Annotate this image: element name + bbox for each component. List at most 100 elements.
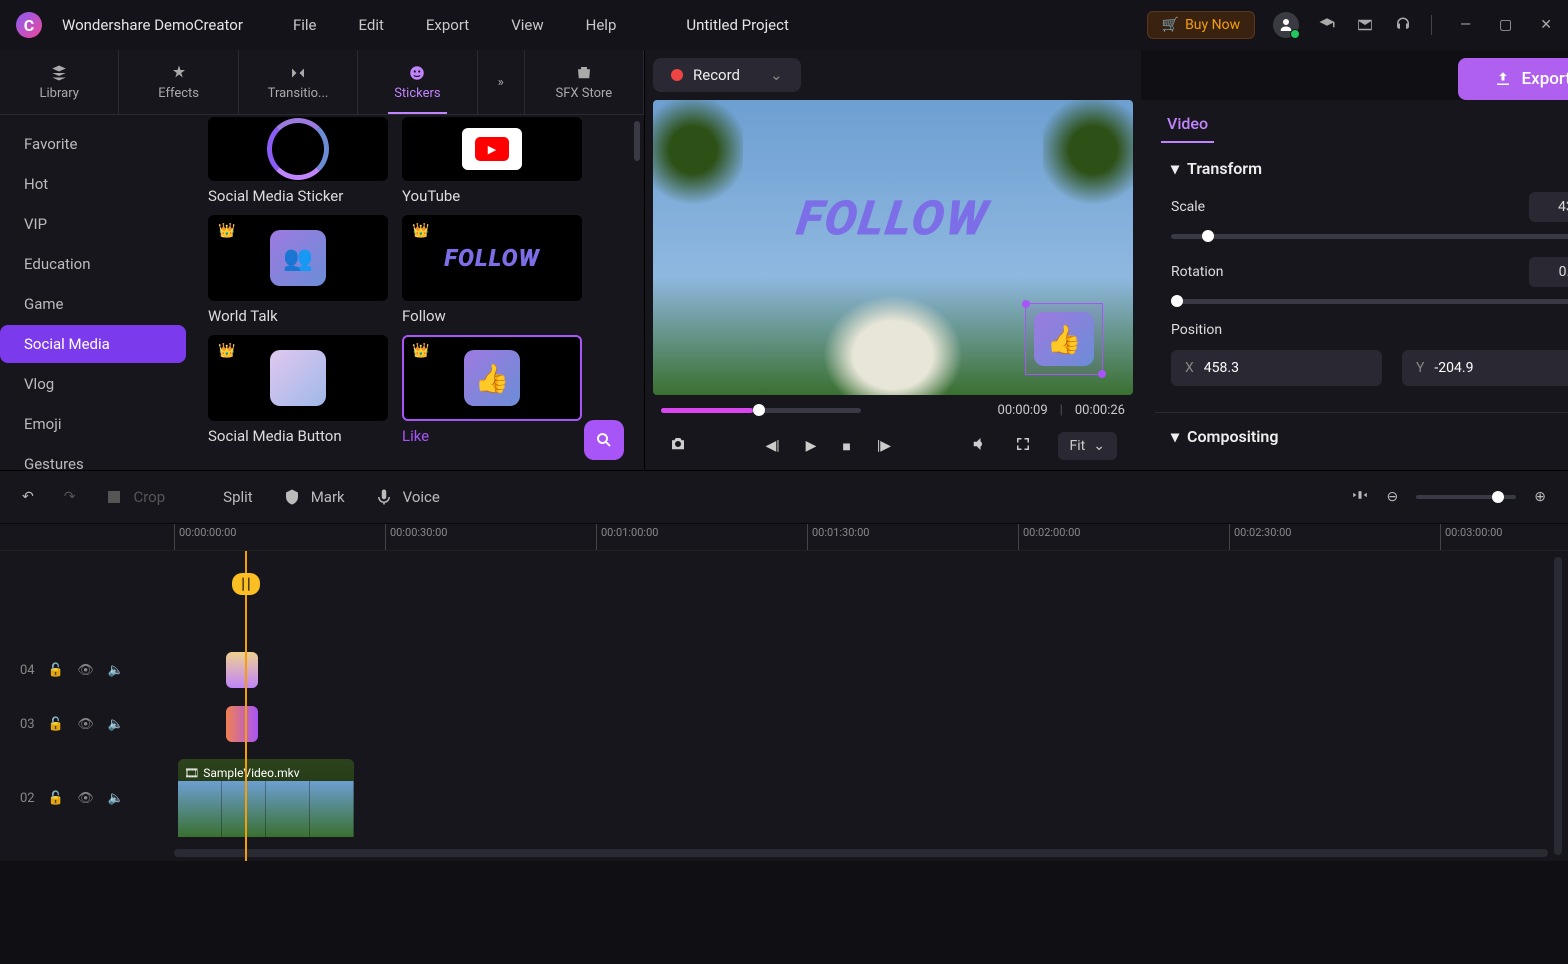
split-button[interactable]: Split xyxy=(223,488,253,506)
tab-transitions[interactable]: Transitio... xyxy=(239,50,358,114)
clip-video[interactable]: 🎞SampleVideo.mkv xyxy=(178,759,354,837)
minimize-button[interactable]: — xyxy=(1460,17,1471,33)
tab-sfxstore[interactable]: SFX Store xyxy=(525,50,644,114)
progress-slider[interactable] xyxy=(661,408,861,413)
cat-vip[interactable]: VIP xyxy=(0,205,186,243)
sticker-like[interactable]: 👑👍 Like xyxy=(402,335,578,445)
eye-icon[interactable]: 👁 xyxy=(77,661,95,679)
play-controls: ◀| ▶ ■ |▶ Fit⌄ xyxy=(653,426,1133,466)
sticker-social-media-sticker[interactable]: Social Media Sticker xyxy=(208,117,384,205)
fit-timeline-button[interactable] xyxy=(1351,486,1369,508)
mark-button[interactable]: Mark xyxy=(311,488,345,506)
transform-heading: Transform xyxy=(1187,159,1262,178)
time-current: 00:00:09 xyxy=(998,403,1048,418)
menu-view[interactable]: View xyxy=(511,16,543,34)
lock-icon[interactable]: 🔓 xyxy=(47,661,65,679)
mail-icon[interactable] xyxy=(1355,15,1375,35)
scrollbar[interactable] xyxy=(634,121,640,161)
menu-help[interactable]: Help xyxy=(586,16,617,34)
crown-icon: 👑 xyxy=(218,223,235,239)
maximize-button[interactable]: ▢ xyxy=(1499,17,1512,33)
support-icon[interactable] xyxy=(1393,15,1413,35)
rotation-slider[interactable] xyxy=(1171,299,1568,304)
timeline-ruler[interactable]: 00:00:00:00 00:00:30:00 00:01:00:00 00:0… xyxy=(0,524,1568,551)
export-button[interactable]: Export xyxy=(1458,58,1568,100)
zoom-slider[interactable] xyxy=(1416,495,1516,499)
cat-education[interactable]: Education xyxy=(0,245,186,283)
app-title: Wondershare DemoCreator xyxy=(62,16,243,34)
search-button[interactable] xyxy=(584,420,624,460)
close-button[interactable]: ✕ xyxy=(1540,17,1552,33)
voice-button[interactable]: Voice xyxy=(403,488,440,506)
cat-vlog[interactable]: Vlog xyxy=(0,365,186,403)
cat-gestures[interactable]: Gestures xyxy=(0,445,186,470)
clip-sticker-like[interactable] xyxy=(226,652,258,688)
tab-effects[interactable]: Effects xyxy=(119,50,238,114)
clip-sticker-follow[interactable] xyxy=(226,706,258,742)
track-03-label: 03 xyxy=(20,717,35,732)
prev-frame-button[interactable]: ◀| xyxy=(765,438,779,454)
rotation-value[interactable]: 0.0° xyxy=(1529,257,1568,287)
chevron-down-icon: ⌄ xyxy=(1093,438,1105,454)
stop-button[interactable]: ■ xyxy=(842,438,850,455)
preview-panel: Record ⌄ FOLLOW 👍 00:00:09 | 00:00:26 ◀|… xyxy=(645,50,1141,470)
redo-button[interactable]: ↷ xyxy=(64,489,76,505)
cat-social-media[interactable]: Social Media xyxy=(0,325,186,363)
sticker-grid: Social Media Sticker ▶ YouTube 👑👥 World … xyxy=(196,115,644,470)
zoom-in-button[interactable]: ⊕ xyxy=(1534,489,1546,505)
buy-now-button[interactable]: 🛒 Buy Now xyxy=(1147,11,1255,39)
user-avatar[interactable] xyxy=(1273,12,1299,38)
playhead[interactable] xyxy=(245,551,247,861)
export-label: Export xyxy=(1522,69,1568,89)
record-button[interactable]: Record ⌄ xyxy=(653,58,801,92)
inspector-panel: Video ▾Transform ↶ Scale 43% Rotation 0.… xyxy=(1141,100,1568,470)
split-marker[interactable]: ⎮⎮ xyxy=(232,573,260,595)
lock-icon[interactable]: 🔓 xyxy=(47,715,65,733)
play-button[interactable]: ▶ xyxy=(806,438,817,454)
cat-hot[interactable]: Hot xyxy=(0,165,186,203)
zoom-out-button[interactable]: ⊖ xyxy=(1387,489,1399,505)
academy-icon[interactable] xyxy=(1317,15,1337,35)
cat-favorite[interactable]: Favorite xyxy=(0,125,186,163)
sticker-world-talk[interactable]: 👑👥 World Talk xyxy=(208,215,384,325)
assets-panel: Library Effects Transitio... Stickers » … xyxy=(0,50,645,470)
timeline-tracks[interactable]: ⎮⎮ 04 🔓 👁 🔈 03 🔓 👁 🔈 02 🔓 👁 🔈 xyxy=(0,551,1568,861)
scale-slider[interactable] xyxy=(1171,234,1568,239)
position-y-input[interactable]: Y-204.9 xyxy=(1402,350,1568,386)
crown-icon: 👑 xyxy=(412,343,429,359)
mute-icon[interactable]: 🔈 xyxy=(107,661,125,679)
titlebar: C Wondershare DemoCreator File Edit Expo… xyxy=(0,0,1568,50)
chevron-down-icon: ▾ xyxy=(1171,427,1179,446)
timeline-hscroll[interactable] xyxy=(174,849,1548,857)
mute-icon[interactable]: 🔈 xyxy=(107,715,125,733)
mute-icon[interactable]: 🔈 xyxy=(107,789,125,807)
tab-library[interactable]: Library xyxy=(0,50,119,114)
chevron-down-icon: ▾ xyxy=(1171,159,1179,178)
crown-icon: 👑 xyxy=(218,343,235,359)
scale-value[interactable]: 43% xyxy=(1529,192,1568,222)
tab-more[interactable]: » xyxy=(478,50,525,114)
position-x-input[interactable]: X458.3 xyxy=(1171,350,1382,386)
undo-button[interactable]: ↶ xyxy=(22,489,34,505)
inspector-tab-video[interactable]: Video xyxy=(1161,110,1214,143)
sticker-youtube[interactable]: ▶ YouTube xyxy=(402,117,578,205)
volume-button[interactable] xyxy=(970,435,988,457)
cat-emoji[interactable]: Emoji xyxy=(0,405,186,443)
menu-edit[interactable]: Edit xyxy=(358,16,383,34)
crop-button[interactable]: Crop xyxy=(133,488,165,506)
fullscreen-button[interactable] xyxy=(1014,435,1032,457)
menu-file[interactable]: File xyxy=(293,16,317,34)
selection-box[interactable]: 👍 xyxy=(1025,303,1103,375)
next-frame-button[interactable]: |▶ xyxy=(877,438,891,454)
eye-icon[interactable]: 👁 xyxy=(77,715,95,733)
tab-stickers[interactable]: Stickers xyxy=(358,50,477,114)
menu-export[interactable]: Export xyxy=(426,16,469,34)
lock-icon[interactable]: 🔓 xyxy=(47,789,65,807)
eye-icon[interactable]: 👁 xyxy=(77,789,95,807)
snapshot-button[interactable] xyxy=(669,435,687,457)
fit-dropdown[interactable]: Fit⌄ xyxy=(1058,432,1117,460)
sticker-follow[interactable]: 👑FOLLOW Follow xyxy=(402,215,578,325)
cat-game[interactable]: Game xyxy=(0,285,186,323)
sticker-social-media-button[interactable]: 👑 Social Media Button xyxy=(208,335,384,445)
preview-canvas[interactable]: FOLLOW 👍 xyxy=(653,100,1133,395)
